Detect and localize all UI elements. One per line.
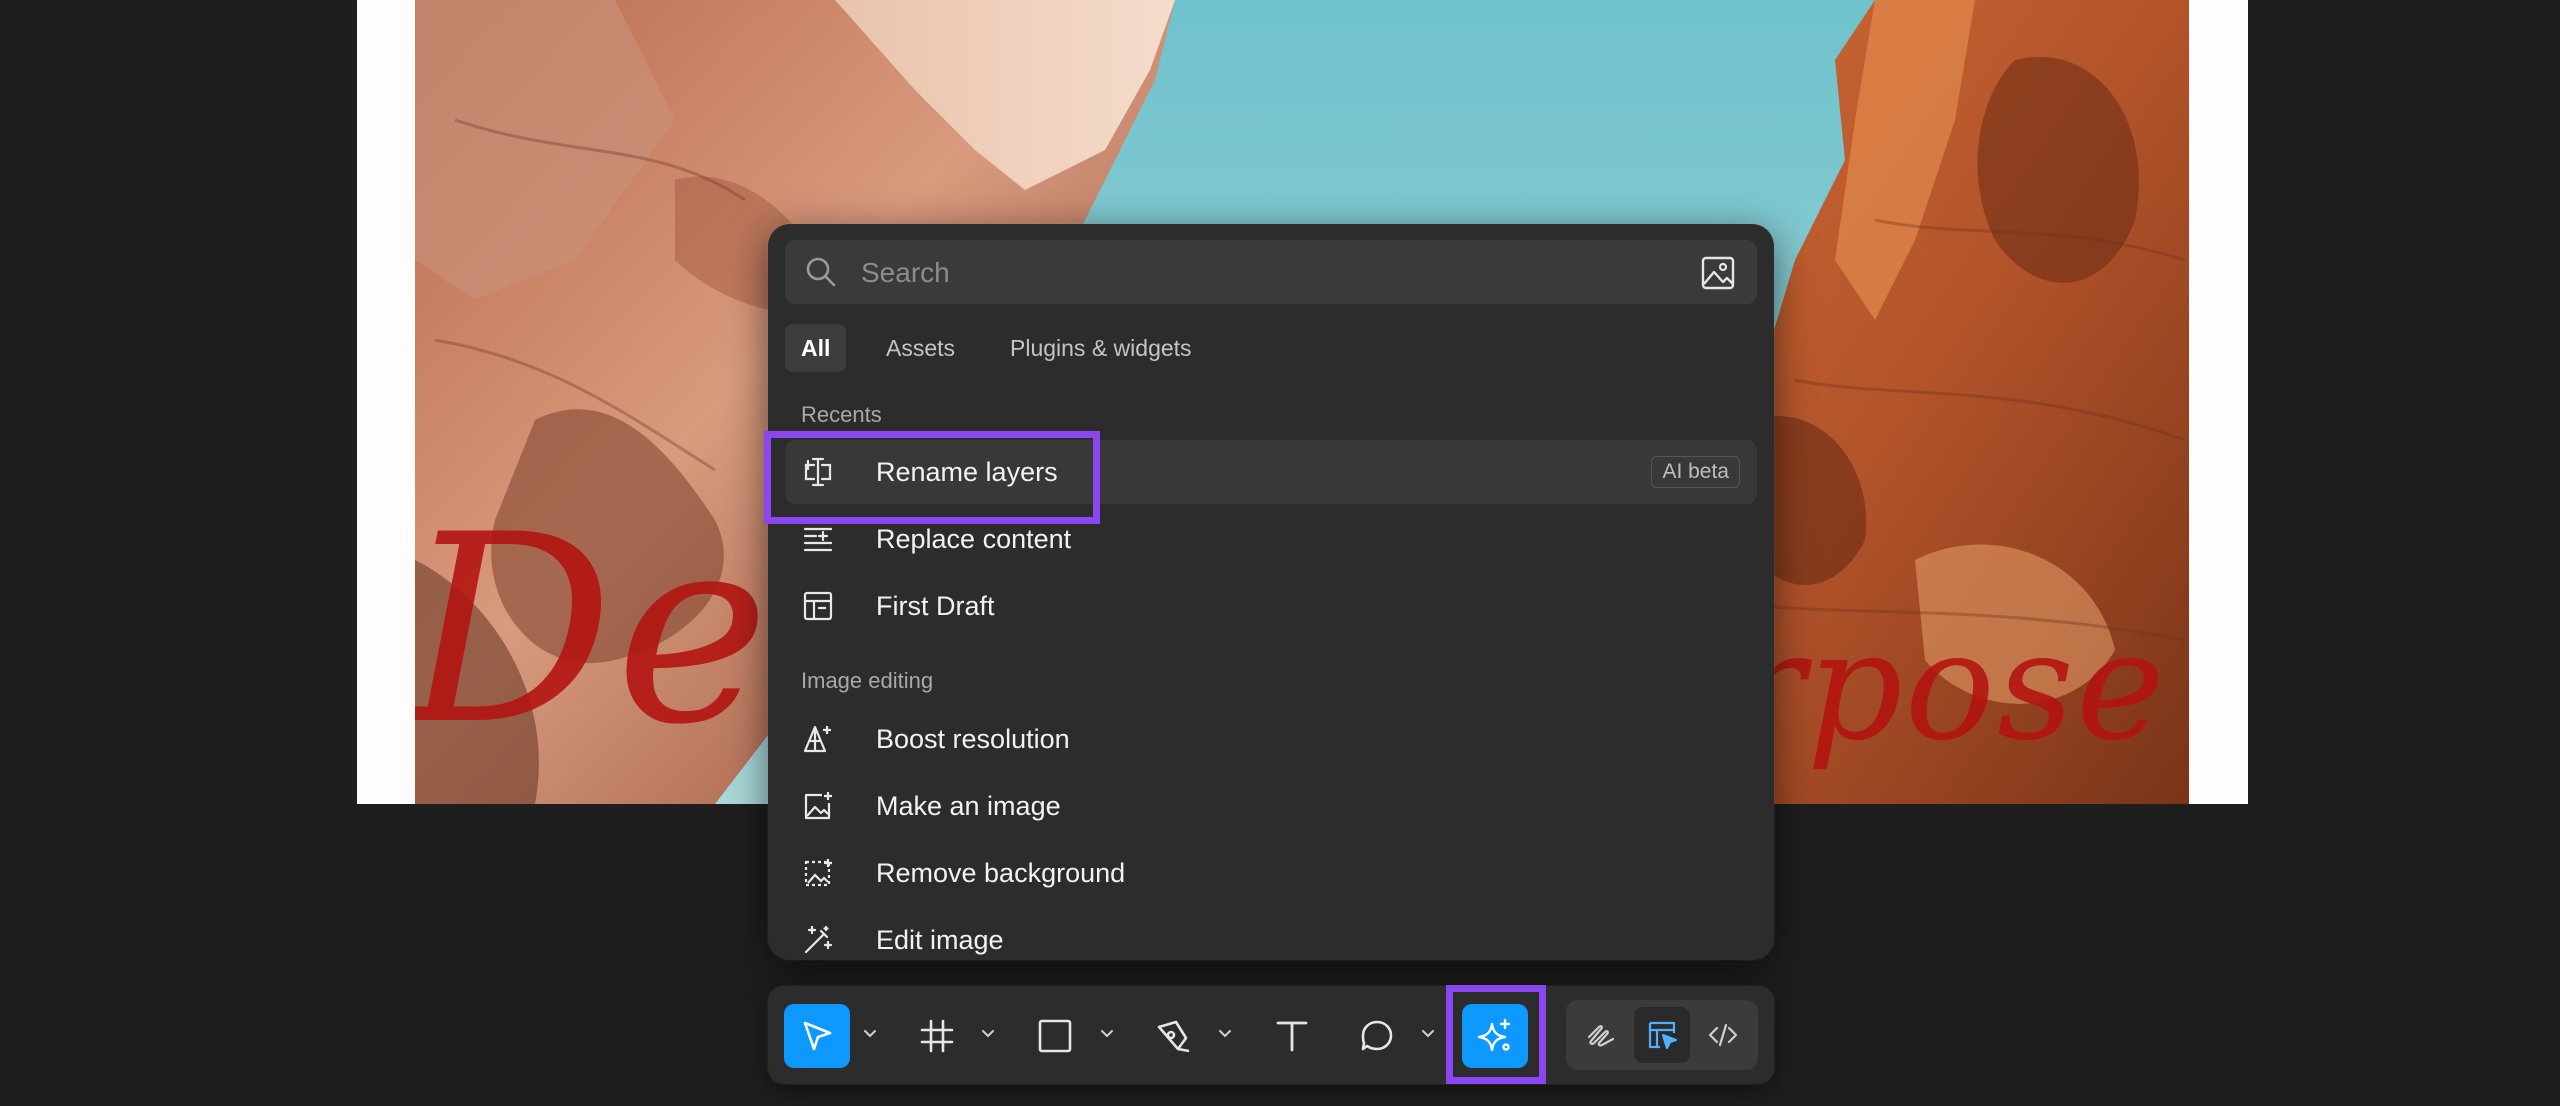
tab-plugins-widgets[interactable]: Plugins & widgets (994, 324, 1208, 372)
draw-squiggle-icon (1587, 1025, 1615, 1047)
chevron-down-icon[interactable] (978, 1024, 998, 1044)
action-label: First Draft (876, 591, 995, 621)
artwork-script-right: rpose (1733, 600, 2167, 774)
rename-layers-icon (802, 456, 834, 488)
first-draft-icon (802, 590, 834, 622)
code-brackets-icon (1708, 1023, 1738, 1047)
action-label: Remove background (876, 858, 1126, 888)
actions-ai-button[interactable] (1462, 1004, 1528, 1068)
design-mode-icon (1648, 1021, 1678, 1050)
chevron-down-icon[interactable] (1097, 1024, 1117, 1044)
draw-mode-button[interactable] (1573, 1007, 1629, 1063)
comment-bubble-icon (1361, 1020, 1393, 1051)
action-make-an-image[interactable]: Make an image (785, 774, 1757, 838)
action-edit-image[interactable]: Edit image (785, 908, 1757, 960)
text-tool-button[interactable] (1259, 1004, 1325, 1068)
search-input[interactable] (859, 240, 1663, 306)
action-rename-layers[interactable]: Rename layers AI beta (785, 440, 1757, 504)
chevron-down-icon[interactable] (1215, 1024, 1235, 1044)
image-search-icon[interactable] (1701, 256, 1735, 295)
ai-beta-badge: AI beta (1651, 456, 1740, 488)
mode-switcher (1566, 1000, 1758, 1070)
frame-tool-button[interactable] (904, 1004, 970, 1068)
action-first-draft[interactable]: First Draft (785, 574, 1757, 638)
sparkle-icon (1477, 1018, 1511, 1052)
search-bar[interactable] (785, 240, 1757, 306)
pen-tool-button[interactable] (1141, 1004, 1207, 1068)
make-image-icon (802, 790, 834, 822)
action-replace-content[interactable]: Replace content (785, 507, 1757, 571)
action-label: Make an image (876, 791, 1061, 821)
bottom-toolbar (768, 986, 1774, 1084)
action-label: Replace content (876, 524, 1072, 554)
boost-resolution-icon (802, 723, 834, 755)
remove-background-icon (802, 857, 834, 889)
artwork-script-left: De (415, 480, 772, 782)
move-tool-button[interactable] (784, 1004, 850, 1068)
replace-content-icon (802, 523, 834, 555)
chevron-down-icon[interactable] (860, 1024, 880, 1044)
tab-all[interactable]: All (785, 324, 847, 372)
edit-image-icon (802, 924, 834, 956)
action-boost-resolution[interactable]: Boost resolution (785, 707, 1757, 771)
quick-actions-panel: All Assets Plugins & widgets Recents Ren… (768, 224, 1774, 960)
tab-assets[interactable]: Assets (870, 324, 971, 372)
text-icon (1276, 1021, 1308, 1052)
action-label: Boost resolution (876, 724, 1070, 754)
dev-mode-button[interactable] (1695, 1007, 1751, 1063)
move-cursor-icon (803, 1021, 832, 1051)
pen-icon (1157, 1020, 1190, 1053)
shape-tool-button[interactable] (1022, 1004, 1088, 1068)
design-mode-button[interactable] (1634, 1007, 1690, 1063)
action-label: Edit image (876, 925, 1004, 955)
rectangle-icon (1038, 1019, 1072, 1053)
comment-tool-button[interactable] (1344, 1004, 1410, 1068)
search-icon (805, 256, 837, 293)
chevron-down-icon[interactable] (1418, 1024, 1438, 1044)
frame-hash-icon (920, 1019, 954, 1053)
section-label-image-editing: Image editing (801, 668, 934, 693)
section-label-recents: Recents (801, 402, 882, 427)
action-remove-background[interactable]: Remove background (785, 841, 1757, 905)
action-label: Rename layers (876, 457, 1058, 487)
